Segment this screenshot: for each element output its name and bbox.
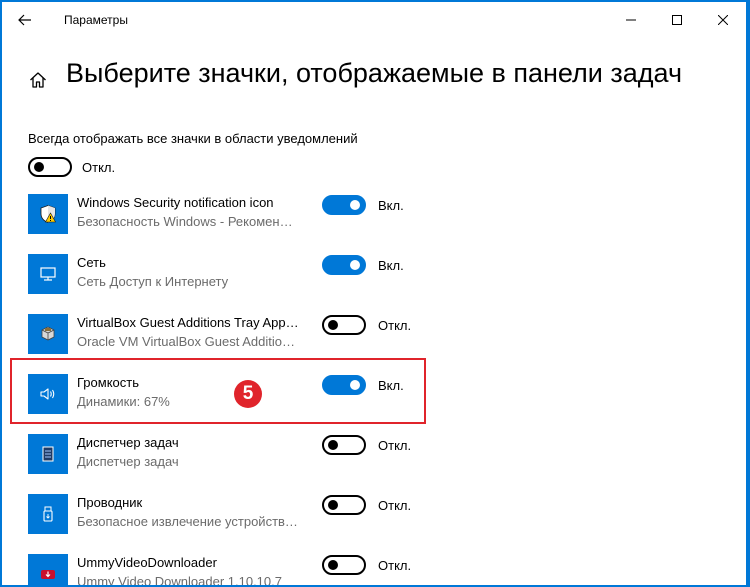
app-desc-explorer: Безопасное извлечение устройств… bbox=[77, 514, 298, 529]
app-name-virtualbox: VirtualBox Guest Additions Tray App… bbox=[77, 315, 299, 330]
toggle-windows-security[interactable] bbox=[322, 195, 366, 215]
toggle-explorer[interactable] bbox=[322, 495, 366, 515]
app-desc-windows-security: Безопасность Windows - Рекомен… bbox=[77, 214, 293, 229]
state-virtualbox: Откл. bbox=[378, 318, 412, 333]
toggle-knob bbox=[34, 162, 44, 172]
toggle-knob bbox=[350, 260, 360, 270]
toggle-ummy[interactable] bbox=[322, 555, 366, 575]
always-show-state: Откл. bbox=[82, 160, 116, 175]
home-icon bbox=[30, 72, 46, 88]
state-task-manager: Откл. bbox=[378, 438, 412, 453]
app-tile-task-manager bbox=[28, 434, 68, 474]
app-tile-network bbox=[28, 254, 68, 294]
app-tile-virtualbox bbox=[28, 314, 68, 354]
shield-warning-icon bbox=[40, 205, 57, 223]
app-name-windows-security: Windows Security notification icon bbox=[77, 195, 274, 210]
maximize-icon bbox=[672, 15, 682, 25]
toggle-task-manager[interactable] bbox=[322, 435, 366, 455]
toggle-knob bbox=[328, 560, 338, 570]
maximize-button[interactable] bbox=[654, 2, 700, 38]
settings-window: Параметры Выберите значки, отображаемые … bbox=[2, 2, 746, 585]
app-tile-explorer bbox=[28, 494, 68, 534]
toggle-network[interactable] bbox=[322, 255, 366, 275]
close-icon bbox=[718, 15, 728, 25]
back-arrow-icon bbox=[18, 14, 31, 26]
back-button[interactable] bbox=[10, 6, 40, 34]
app-tile-ummy bbox=[28, 554, 68, 585]
app-tile-windows-security bbox=[28, 194, 68, 234]
app-desc-network: Сеть Доступ к Интернету bbox=[77, 274, 229, 289]
download-icon bbox=[41, 570, 55, 579]
close-button[interactable] bbox=[700, 2, 746, 38]
state-ummy: Откл. bbox=[378, 558, 412, 573]
app-name-task-manager: Диспетчер задач bbox=[77, 435, 179, 450]
usb-drive-icon bbox=[43, 506, 53, 522]
app-name-explorer: Проводник bbox=[77, 495, 143, 510]
window-title: Параметры bbox=[64, 13, 128, 27]
minimize-icon bbox=[626, 19, 636, 21]
page-title: Выберите значки, отображаемые в панели з… bbox=[66, 58, 683, 88]
state-windows-security: Вкл. bbox=[378, 198, 404, 213]
network-icon bbox=[40, 267, 56, 281]
task-manager-icon bbox=[42, 446, 54, 462]
toggle-knob bbox=[328, 440, 338, 450]
app-name-network: Сеть bbox=[77, 255, 106, 270]
toggle-knob bbox=[328, 320, 338, 330]
always-show-toggle[interactable] bbox=[28, 157, 72, 177]
virtualbox-icon bbox=[41, 326, 55, 341]
state-network: Вкл. bbox=[378, 258, 404, 273]
app-desc-virtualbox: Oracle VM VirtualBox Guest Additio… bbox=[77, 334, 295, 349]
step-badge: 5 bbox=[234, 380, 262, 408]
minimize-button[interactable] bbox=[608, 2, 654, 38]
app-desc-task-manager: Диспетчер задач bbox=[77, 454, 179, 469]
home-button[interactable] bbox=[24, 66, 52, 94]
always-show-label: Всегда отображать все значки в области у… bbox=[28, 131, 358, 146]
app-desc-ummy: Ummy Video Downloader 1.10.10.7 bbox=[77, 574, 282, 585]
highlight-box bbox=[10, 358, 426, 424]
app-name-ummy: UmmyVideoDownloader bbox=[77, 555, 217, 570]
toggle-knob bbox=[350, 200, 360, 210]
toggle-virtualbox[interactable] bbox=[322, 315, 366, 335]
toggle-knob bbox=[328, 500, 338, 510]
title-bar: Параметры bbox=[2, 2, 746, 38]
state-explorer: Откл. bbox=[378, 498, 412, 513]
